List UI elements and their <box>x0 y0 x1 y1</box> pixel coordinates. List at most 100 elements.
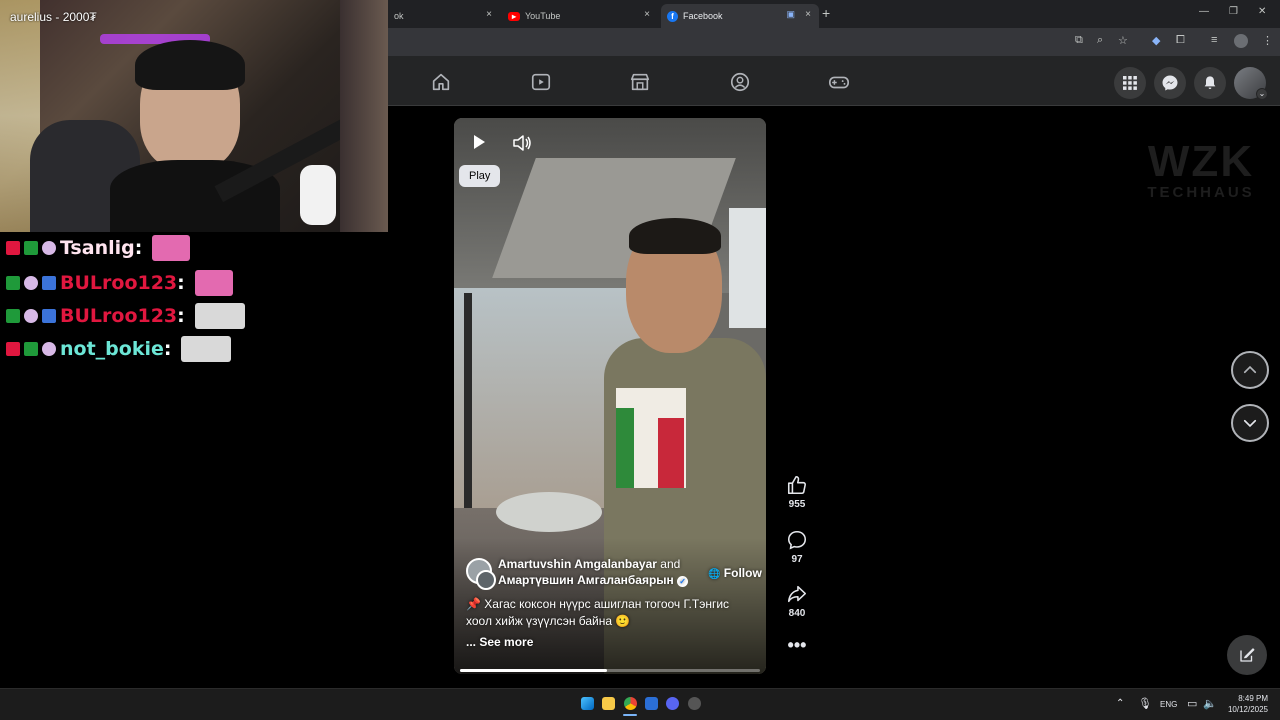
chat-message: BULroo123: <box>6 303 245 329</box>
comment-count: 97 <box>791 554 803 565</box>
clock[interactable]: 8:49 PM 10/12/2025 <box>1222 693 1268 715</box>
mask-badge-icon <box>42 241 56 255</box>
pin-icon: 📌 <box>466 597 481 611</box>
play-icon <box>474 135 485 149</box>
chat-message: not_bokie: <box>6 336 232 362</box>
windows-start-icon[interactable] <box>581 697 594 710</box>
first-badge-icon <box>24 241 38 255</box>
og-badge-icon <box>6 342 20 356</box>
verified-badge-icon: ✓ <box>677 576 689 587</box>
tab-label: Facebook <box>683 11 723 21</box>
reel-caption: 📌 Хагас коксон нүүрс ашиглан тогооч Г.Тэ… <box>466 596 729 630</box>
chat-username: BULroo123 <box>60 272 178 294</box>
thumbs-up-icon <box>787 475 806 495</box>
chrome-icon[interactable] <box>624 697 637 710</box>
facebook-icon: f <box>667 10 678 22</box>
see-more-link[interactable]: ... See more <box>466 635 533 649</box>
close-tab-icon[interactable]: × <box>486 9 492 20</box>
streamer-hair <box>135 40 245 90</box>
zoom-icon[interactable]: ⌕ <box>1097 34 1103 47</box>
home-icon[interactable] <box>430 71 452 93</box>
new-message-button[interactable] <box>1227 635 1267 675</box>
comment-icon <box>787 530 807 550</box>
bookmark-star-icon[interactable]: ☆ <box>1118 34 1128 47</box>
settings-icon[interactable] <box>688 697 701 710</box>
follow-line: 🌐 Follow <box>708 566 762 580</box>
language-indicator[interactable]: ENG <box>1160 700 1177 709</box>
plate <box>496 492 602 532</box>
share-button[interactable]: 840 <box>782 583 812 619</box>
tab-previous[interactable]: ok × <box>388 4 500 28</box>
extension-icon[interactable]: ◆ <box>1152 34 1160 47</box>
clock-date: 10/12/2025 <box>1227 705 1268 714</box>
more-options-icon[interactable]: ••• <box>782 636 812 654</box>
chevron-down-icon[interactable]: ⌄ <box>1256 88 1268 100</box>
notifications-button[interactable] <box>1194 67 1226 99</box>
play-tooltip: Play <box>459 165 501 187</box>
curtain <box>340 0 388 232</box>
tab-facebook[interactable]: f Facebook ▣ × <box>661 4 819 28</box>
comment-button[interactable]: 97 <box>782 529 812 565</box>
play-button[interactable] <box>471 133 487 151</box>
close-window-icon[interactable]: ✕ <box>1258 6 1266 17</box>
and-text: and <box>660 557 681 571</box>
app-icon[interactable] <box>645 697 658 710</box>
picture-in-picture-icon[interactable]: ▣ <box>786 9 795 20</box>
chat-message: Tsanlig: <box>6 235 191 261</box>
page-name[interactable]: Амартүвшин Амгаланбаярын <box>498 573 674 587</box>
discord-icon[interactable] <box>666 697 679 710</box>
mask-badge-icon <box>24 276 38 290</box>
reel-author-line: Amartuvshin Amgalanbayar and <box>498 557 680 571</box>
chevron-up-icon[interactable]: ⌃ <box>1116 698 1124 709</box>
caption-text: Хагас коксон нүүрс ашиглан тогооч Г.Тэнг… <box>484 597 730 611</box>
previous-reel-button[interactable] <box>1231 351 1269 389</box>
watermark-logo: WZK TECHHAUS <box>1126 137 1276 202</box>
volume-button[interactable] <box>512 134 532 152</box>
chat-username: Tsanlig <box>60 237 135 259</box>
chevron-down-icon <box>1243 419 1257 428</box>
restore-icon[interactable]: ❐ <box>1229 6 1238 17</box>
active-app-indicator <box>623 714 637 716</box>
marketplace-icon[interactable] <box>629 71 651 93</box>
close-tab-icon[interactable]: × <box>644 9 650 20</box>
media-controls-icon[interactable]: ≡ <box>1211 34 1217 46</box>
microphone-icon[interactable]: 🎙 <box>1138 697 1152 710</box>
like-button[interactable]: 955 <box>782 474 812 510</box>
progress-track[interactable] <box>460 669 760 672</box>
mask-badge-icon <box>24 309 38 323</box>
close-tab-icon[interactable]: × <box>805 9 811 20</box>
share-count: 840 <box>788 608 806 619</box>
reel-video[interactable]: Play Amartuvshin Amgalanbayar and Амартү… <box>454 118 766 674</box>
chat-message: BULroo123: <box>6 270 233 296</box>
next-reel-button[interactable] <box>1231 404 1269 442</box>
man-hair <box>629 218 721 254</box>
chevron-up-icon <box>1243 365 1257 374</box>
tab-label: YouTube <box>525 11 561 21</box>
watermark-text: WZK <box>1147 137 1255 186</box>
network-icon[interactable]: ▭ <box>1187 697 1197 710</box>
extensions-puzzle-icon[interactable]: ⧠ <box>1176 34 1185 47</box>
file-explorer-icon[interactable] <box>602 697 615 710</box>
menu-kebab-icon[interactable]: ⋮ <box>1262 34 1273 47</box>
author-name[interactable]: Amartuvshin Amgalanbayar <box>498 557 657 571</box>
messenger-button[interactable] <box>1154 67 1186 99</box>
follow-button[interactable]: Follow <box>724 566 762 580</box>
install-app-icon[interactable]: ⧉ <box>1075 34 1083 47</box>
coauthor-avatar[interactable] <box>476 570 496 590</box>
profile-avatar-icon[interactable] <box>1234 34 1248 48</box>
flag-badge-icon <box>42 309 56 323</box>
shirt-print-red <box>658 418 684 488</box>
groups-icon[interactable] <box>729 71 751 93</box>
reel-author-line-2: Амартүвшин Амгаланбаярын ✓ <box>498 573 689 587</box>
shirt-print-green <box>616 408 634 488</box>
menu-grid-button[interactable] <box>1114 67 1146 99</box>
first-badge-icon <box>6 276 20 290</box>
gaming-icon[interactable] <box>828 71 850 93</box>
new-tab-button[interactable]: + <box>822 5 830 21</box>
tab-youtube[interactable]: ▸ YouTube × <box>502 4 658 28</box>
minimize-icon[interactable]: — <box>1199 6 1209 17</box>
speaker-icon[interactable]: 🔈 <box>1203 697 1217 710</box>
video-icon[interactable] <box>530 71 552 93</box>
window-frame <box>464 293 472 513</box>
first-badge-icon <box>6 309 20 323</box>
